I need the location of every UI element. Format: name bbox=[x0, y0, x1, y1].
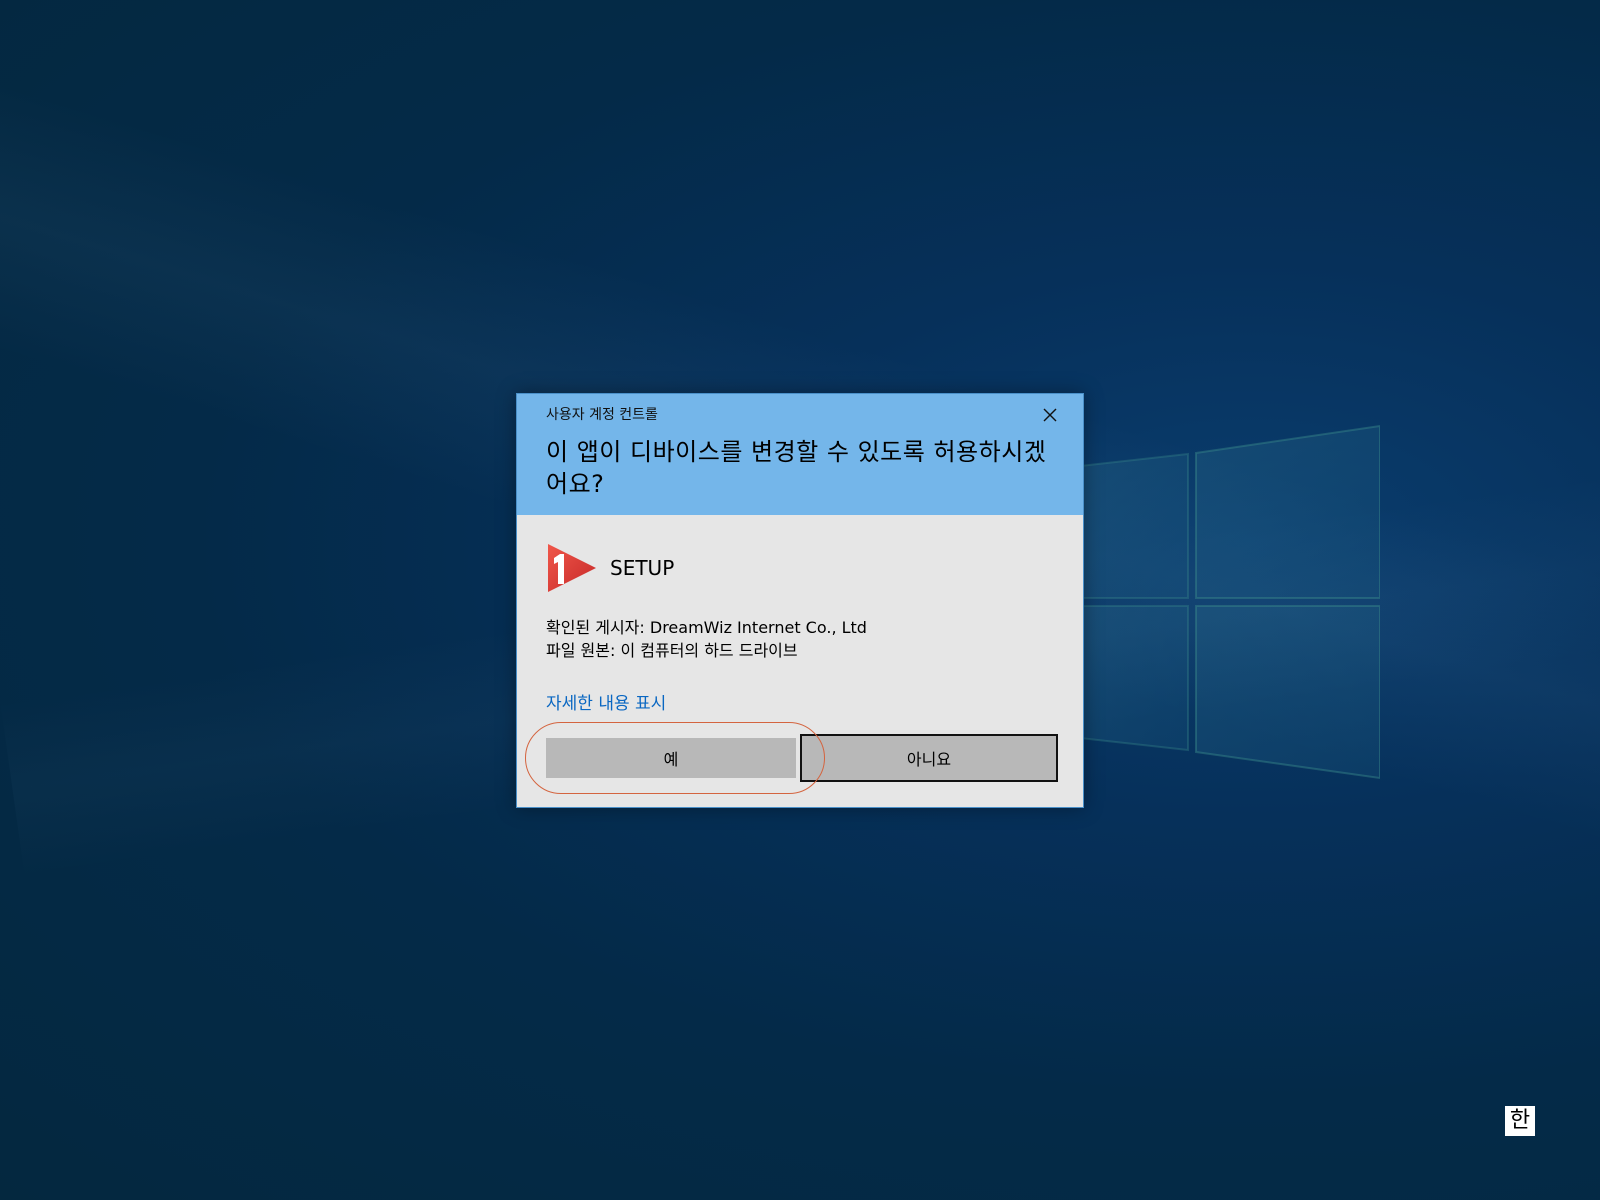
play-one-app-icon bbox=[548, 544, 596, 592]
uac-header: 사용자 계정 컨트롤 이 앱이 디바이스를 변경할 수 있도록 허용하시겠어요? bbox=[517, 394, 1083, 515]
no-button[interactable]: 아니요 bbox=[800, 734, 1058, 782]
show-details-link[interactable]: 자세한 내용 표시 bbox=[546, 689, 666, 714]
dialog-caption: 사용자 계정 컨트롤 bbox=[546, 407, 658, 423]
close-icon bbox=[1043, 408, 1057, 422]
publisher-info: 확인된 게시자: DreamWiz Internet Co., Ltd 파일 원… bbox=[546, 616, 867, 662]
origin-line: 파일 원본: 이 컴퓨터의 하드 드라이브 bbox=[546, 641, 798, 660]
dialog-question: 이 앱이 디바이스를 변경할 수 있도록 허용하시겠어요? bbox=[546, 438, 1047, 498]
ime-mode-indicator[interactable]: 한 bbox=[1505, 1106, 1535, 1136]
uac-dialog: 사용자 계정 컨트롤 이 앱이 디바이스를 변경할 수 있도록 허용하시겠어요? bbox=[516, 393, 1084, 808]
windows-logo-wallpaper bbox=[1080, 424, 1380, 780]
app-row: SETUP bbox=[546, 542, 674, 594]
publisher-line: 확인된 게시자: DreamWiz Internet Co., Ltd bbox=[546, 618, 867, 637]
yes-button[interactable]: 예 bbox=[546, 738, 796, 778]
desktop-background: 사용자 계정 컨트롤 이 앱이 디바이스를 변경할 수 있도록 허용하시겠어요? bbox=[0, 0, 1600, 1200]
app-name: SETUP bbox=[610, 556, 675, 580]
close-button[interactable] bbox=[1035, 402, 1065, 428]
